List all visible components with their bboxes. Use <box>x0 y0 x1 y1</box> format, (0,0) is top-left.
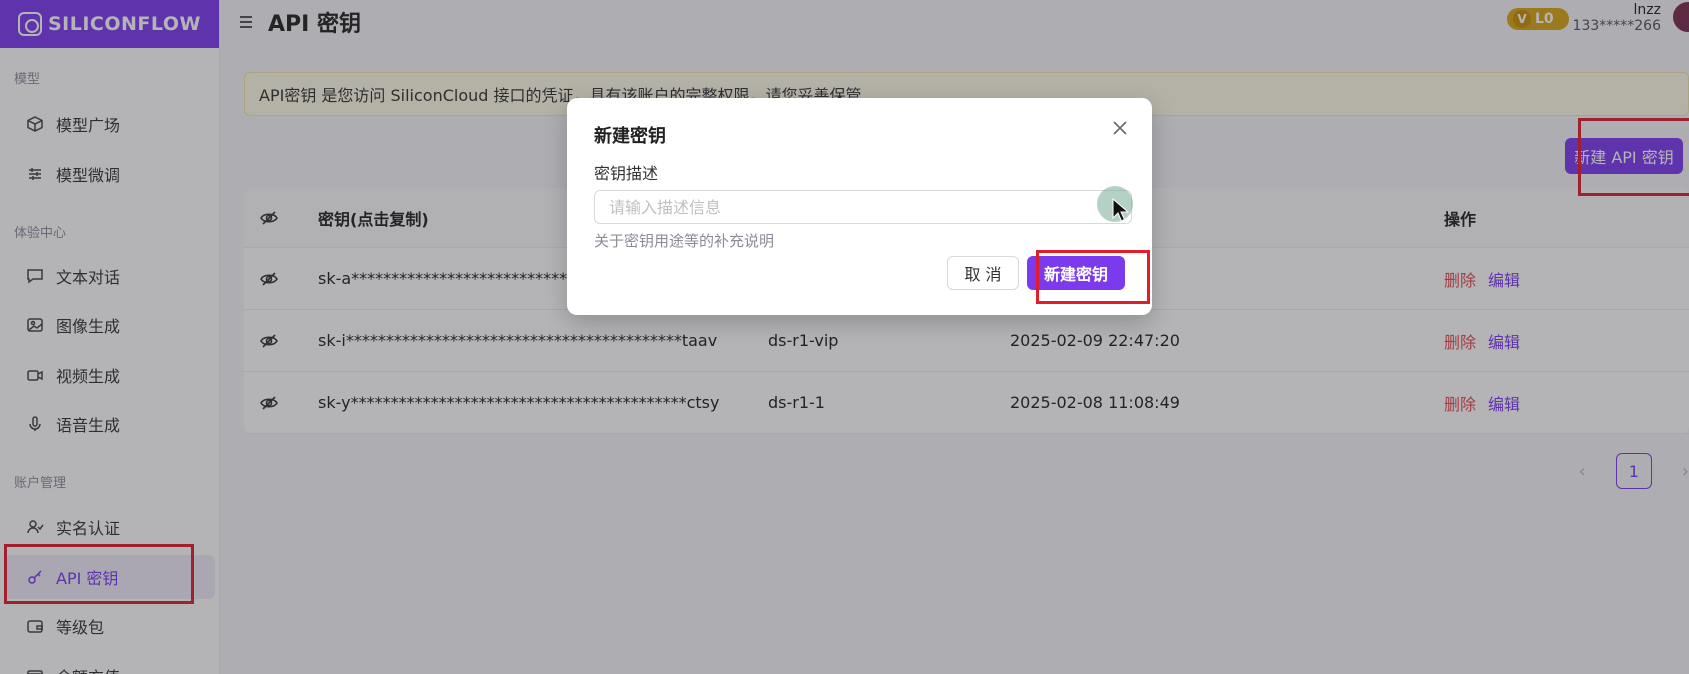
description-help: 关于密钥用途等的补充说明 <box>594 232 775 250</box>
cancel-button[interactable]: 取 消 <box>947 256 1019 290</box>
description-label: 密钥描述 <box>594 164 659 183</box>
close-icon[interactable] <box>1110 118 1130 138</box>
create-key-button[interactable]: 新建密钥 <box>1027 256 1125 290</box>
create-key-dialog: 新建密钥 密钥描述 关于密钥用途等的补充说明 取 消 新建密钥 <box>567 98 1152 315</box>
description-input[interactable] <box>594 190 1132 224</box>
mouse-cursor-icon <box>1112 198 1130 222</box>
dialog-title: 新建密钥 <box>594 126 666 147</box>
